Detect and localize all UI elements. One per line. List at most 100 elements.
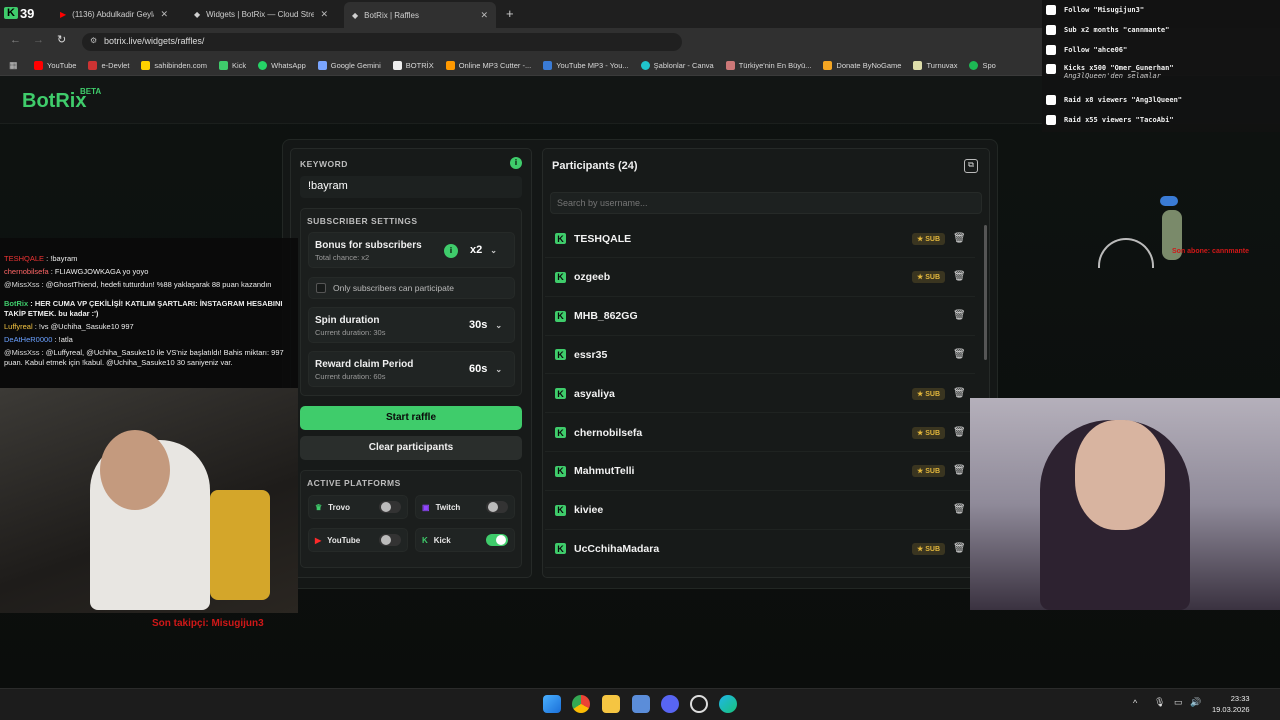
event-item: Follow "Misugijun3": [1042, 0, 1280, 20]
platforms-label: ACTIVE PLATFORMS: [307, 478, 401, 488]
kick-icon: K: [555, 427, 566, 438]
botrix-icon: ◆: [352, 10, 359, 20]
event-item: Raid x8 viewers "Ang3lQueen": [1042, 90, 1280, 110]
kick-icon: K: [555, 465, 566, 477]
participant-row: Kkiviee 🗑: [545, 492, 975, 530]
trash-icon[interactable]: 🗑: [953, 388, 966, 400]
sub-badge: ★ SUB: [911, 426, 945, 439]
bonus-select[interactable]: x2 ⌄: [470, 244, 497, 256]
kick-icon: K: [555, 310, 566, 322]
chat-message: chernobilsefa : FLIAWGJOWKAGA yo yoyo: [4, 267, 149, 276]
event-item: Sub x2 months "cannmante": [1042, 20, 1280, 40]
trash-icon[interactable]: 🗑: [953, 465, 966, 477]
chat-message: DeAtHeR0000 : !atla: [4, 335, 73, 344]
bookmark-spotify[interactable]: Spo: [969, 61, 996, 70]
spin-select[interactable]: 30s ⌄: [469, 319, 502, 331]
bookmark-edevlet[interactable]: e-Devlet: [88, 61, 129, 70]
bookmark-kick[interactable]: Kick: [218, 61, 246, 70]
last-follower-text: Son takipçi: Misugijun3: [152, 618, 264, 629]
tab-widgets[interactable]: ◆ Widgets | BotRix — Cloud Strea ✕: [186, 4, 336, 24]
bookmark-canva[interactable]: Şablonlar - Canva: [640, 61, 714, 70]
bookmark-botrix[interactable]: BOTRİX: [392, 61, 434, 70]
tab-youtube[interactable]: ▶(1136) Abdulkadir Geylani✕: [52, 4, 176, 24]
bookmark-gemini[interactable]: Google Gemini: [317, 61, 381, 70]
copy-icon[interactable]: ⧉: [964, 159, 978, 173]
tab-raffles[interactable]: ◆ BotRix | Raffles ✕: [344, 2, 496, 28]
kick-toggle[interactable]: [486, 534, 508, 546]
chair: [210, 490, 270, 600]
edge-icon[interactable]: [719, 695, 737, 713]
chrome-icon[interactable]: [572, 695, 590, 713]
sub-badge: ★ SUB: [911, 465, 945, 478]
apps-grid-icon[interactable]: ▦: [9, 60, 18, 71]
bookmark-whatsapp[interactable]: WhatsApp: [258, 61, 306, 70]
trash-icon[interactable]: 🗑: [953, 310, 966, 322]
kick-badge: 39: [19, 5, 35, 21]
info-icon[interactable]: i: [510, 157, 522, 169]
streamer-head: [100, 430, 170, 510]
botrix-logo[interactable]: BotRix: [22, 90, 86, 113]
close-icon[interactable]: ✕: [160, 9, 168, 20]
chevron-down-icon: ⌄: [495, 364, 503, 374]
claim-select[interactable]: 60s ⌄: [469, 363, 502, 375]
close-icon[interactable]: ✕: [320, 9, 328, 20]
trash-icon[interactable]: 🗑: [953, 349, 966, 361]
chat-message: BotRix : HER CUMA VP ÇEKİLİŞİ! KATILIM Ş…: [4, 299, 283, 318]
url-input[interactable]: botrix.live/widgets/raffles/: [82, 33, 682, 51]
bookmark-turnuvax[interactable]: Turnuvax: [913, 61, 957, 70]
bonus-info-icon[interactable]: i: [444, 244, 458, 258]
start-icon[interactable]: [543, 695, 561, 713]
bookmark-sahibinden[interactable]: sahibinden.com: [141, 61, 207, 70]
back-icon[interactable]: ←: [10, 34, 21, 46]
reload-icon[interactable]: ↻: [57, 33, 66, 46]
participant-row: K TESHQALE ★ SUB 🗑: [545, 220, 975, 258]
trovo-toggle[interactable]: [379, 501, 401, 513]
stream-events-overlay: Follow "Misugijun3" Sub x2 months "cannm…: [1042, 0, 1280, 132]
trash-icon[interactable]: 🗑: [953, 543, 966, 555]
microphone-icon[interactable]: 🎙: [1154, 697, 1165, 708]
bookmark-bynogame[interactable]: Donate ByNoGame: [823, 61, 901, 70]
kick-extension-icon[interactable]: K 39: [4, 4, 46, 22]
trash-icon[interactable]: 🗑: [953, 233, 966, 245]
network-icon[interactable]: ▭: [1174, 697, 1183, 708]
chat-message: @MissXss : @GhostThiend, hedefi tutturdu…: [4, 280, 272, 289]
new-tab-button[interactable]: +: [506, 6, 514, 21]
start-raffle-button[interactable]: Start raffle: [300, 406, 522, 430]
trash-icon[interactable]: 🗑: [953, 427, 966, 439]
keyword-input[interactable]: !bayram: [300, 176, 522, 198]
system-clock[interactable]: 23:33 19.03.2026: [1212, 693, 1250, 715]
app-icon[interactable]: [632, 695, 650, 713]
file-explorer-icon[interactable]: [602, 695, 620, 713]
participant-name: UcCchihaMadara: [574, 542, 660, 555]
participants-scrollbar[interactable]: [984, 225, 987, 360]
close-icon[interactable]: ✕: [480, 10, 488, 21]
participant-search-input[interactable]: [550, 192, 982, 214]
last-sub-text: Son abone: cannmante: [1172, 248, 1250, 255]
bookmark-youtube[interactable]: YouTube: [34, 61, 76, 70]
bookmark-mp3-cutter[interactable]: Online MP3 Cutter -...: [445, 61, 531, 70]
trash-icon[interactable]: 🗑: [953, 504, 966, 516]
participant-name: chernobilsefa: [574, 426, 643, 439]
bookmark-youtube-mp3[interactable]: YouTube MP3 - You...: [543, 61, 629, 70]
heart-icon: [1046, 5, 1056, 15]
volume-icon[interactable]: 🔊: [1190, 697, 1201, 708]
youtube-toggle[interactable]: [379, 534, 401, 546]
only-subs-checkbox[interactable]: [316, 283, 326, 293]
obs-icon[interactable]: [690, 695, 708, 713]
sub-badge: ★ SUB: [911, 271, 945, 284]
forward-icon[interactable]: →: [33, 34, 44, 46]
platform-youtube: ▶ YouTube: [308, 528, 408, 552]
spin-text: Spin duration Current duration: 30s: [315, 315, 386, 337]
trash-icon[interactable]: 🗑: [953, 271, 966, 283]
event-item: Raid x55 viewers "TacoAbi": [1042, 110, 1280, 130]
participant-row: K MahmutTelli ★ SUB 🗑: [545, 453, 975, 491]
twitch-toggle[interactable]: [486, 501, 508, 513]
clear-participants-button[interactable]: Clear participants: [300, 436, 522, 460]
chevron-up-icon[interactable]: ^: [1133, 698, 1137, 708]
participant-name: MHB_862GG: [574, 310, 638, 323]
discord-icon[interactable]: [661, 695, 679, 713]
site-info-icon[interactable]: ⚙: [90, 36, 97, 45]
chat-message: TESHQALE : !bayram: [4, 254, 78, 263]
bookmark-turkiye[interactable]: Türkiye'nin En Büyü...: [725, 61, 811, 70]
participant-row: Kozgeeb ★ SUB 🗑: [545, 259, 975, 297]
